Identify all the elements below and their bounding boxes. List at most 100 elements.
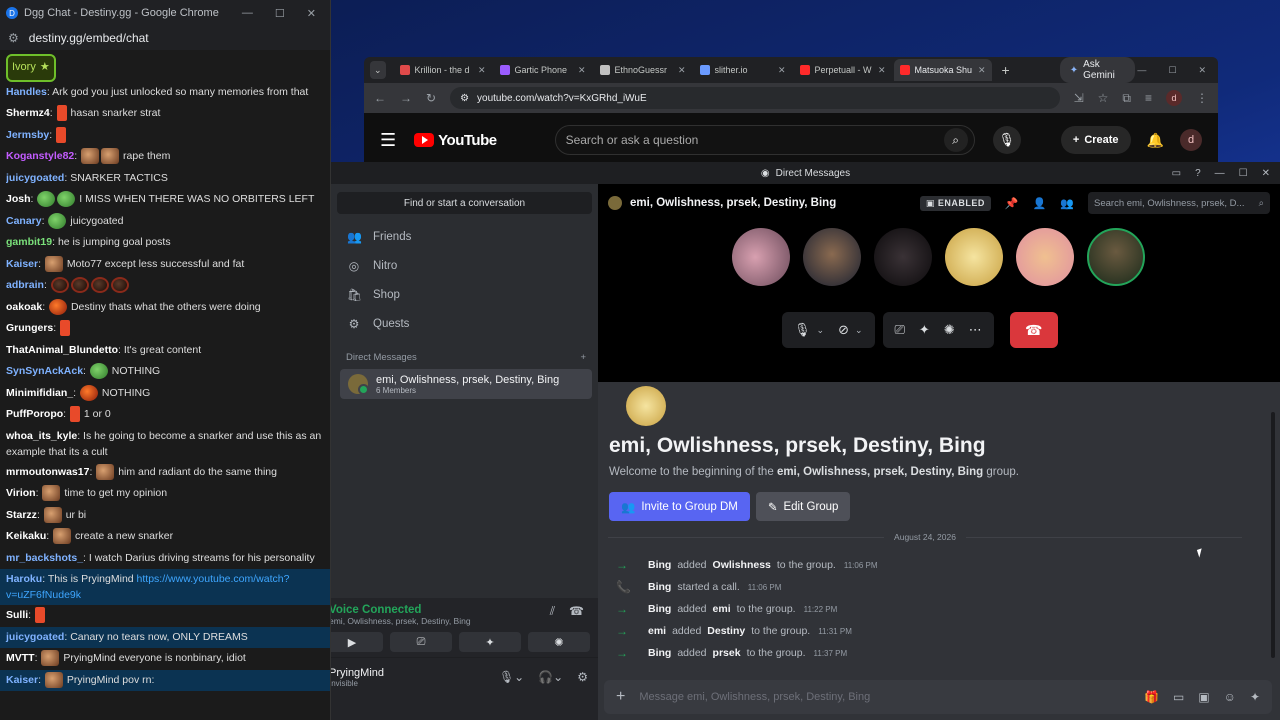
youtube-search-input[interactable]: Search or ask a question ⌕ <box>554 125 975 155</box>
site-settings-icon[interactable]: ⚙ <box>8 31 19 45</box>
chevron-down-icon[interactable]: ⌄ <box>855 325 863 336</box>
help-icon[interactable]: ? <box>1195 168 1201 179</box>
browser-tab[interactable]: Gartic Phone ✕ <box>494 59 592 81</box>
close-icon[interactable]: ✕ <box>1198 65 1206 76</box>
nav-item-nitro[interactable]: ◎ Nitro <box>331 251 598 280</box>
activities-icon[interactable]: ✦ <box>919 322 930 338</box>
close-icon[interactable]: ✕ <box>1262 168 1270 179</box>
dm-header-title[interactable]: emi, Owlishness, prsek, Destiny, Bing <box>630 197 836 209</box>
pin-icon[interactable]: 📌 <box>1005 197 1019 210</box>
browser-tab[interactable]: EthnoGuessr ✕ <box>594 59 692 81</box>
browser-tab[interactable]: Perpetuall - W ✕ <box>794 59 892 81</box>
participant-avatar[interactable] <box>945 228 1003 286</box>
notifications-bell-icon[interactable]: 🔔 <box>1147 132 1164 149</box>
hang-up-button[interactable]: ☎ <box>1009 312 1058 348</box>
chat-username[interactable]: Sulli <box>6 609 28 621</box>
hamburger-menu-icon[interactable]: ☰ <box>380 130 396 151</box>
gif-icon[interactable]: ▭ <box>1173 690 1184 704</box>
tab-close-icon[interactable]: ✕ <box>978 65 986 76</box>
event-target[interactable]: prsek <box>713 647 741 659</box>
headphones-icon[interactable]: 🎧⌄ <box>538 670 563 684</box>
browser-tab[interactable]: Krillion - the d ✕ <box>394 59 492 81</box>
chat-username[interactable]: Minimifidian_ <box>6 387 73 399</box>
activities-button[interactable]: ✦ <box>459 632 521 652</box>
youtube-logo[interactable]: YouTube <box>414 132 497 149</box>
user-settings-gear-icon[interactable]: ⚙ <box>577 670 588 684</box>
chat-username[interactable]: Keikaku <box>6 530 46 542</box>
search-icon[interactable]: ⌕ <box>943 128 968 152</box>
chat-username[interactable]: Kaiser <box>6 674 38 686</box>
chat-username[interactable]: Virion <box>6 487 36 499</box>
close-icon[interactable]: ✕ <box>307 7 316 20</box>
find-conversation-button[interactable]: Find or start a conversation <box>337 192 592 214</box>
chat-username[interactable]: Shermz4 <box>6 107 50 119</box>
camera-button[interactable]: ▶ <box>331 632 383 652</box>
tab-close-icon[interactable]: ✕ <box>678 65 686 76</box>
participant-avatar[interactable] <box>1016 228 1074 286</box>
minimize-icon[interactable]: — <box>242 7 253 20</box>
reload-icon[interactable]: ↻ <box>426 91 436 105</box>
username[interactable]: PryingMind <box>331 667 384 679</box>
site-info-icon[interactable]: ⚙ <box>460 93 469 104</box>
maximize-icon[interactable]: ☐ <box>275 7 285 20</box>
sticker-icon[interactable]: ▣ <box>1198 690 1209 704</box>
disconnect-icon[interactable]: ☎ <box>569 604 584 626</box>
apps-icon[interactable]: ✦ <box>1250 690 1260 704</box>
chat-username[interactable]: juicygoated <box>6 631 64 643</box>
nav-item-friends[interactable]: 👥 Friends <box>331 222 598 251</box>
event-actor[interactable]: emi <box>648 625 666 637</box>
youtube-avatar[interactable]: d <box>1180 129 1202 151</box>
browser-tab[interactable]: Matsuoka Shu ✕ <box>893 59 992 81</box>
attach-plus-icon[interactable]: + <box>616 688 625 706</box>
microphone-icon[interactable]: 🎙 <box>794 322 811 338</box>
invite-to-group-dm-button[interactable]: 👥 Invite to Group DM <box>609 492 750 521</box>
noise-suppression-icon[interactable]: ⫽ <box>550 604 555 626</box>
nav-item-shop[interactable]: 🛍 Shop <box>331 280 598 309</box>
browser-tab[interactable]: slither.io ✕ <box>694 59 792 81</box>
chat-username[interactable]: SynSynAckAck <box>6 365 83 377</box>
participant-avatar[interactable] <box>803 228 861 286</box>
create-dm-icon[interactable]: + <box>580 352 586 363</box>
chat-username[interactable]: PuffPoropo <box>6 408 63 420</box>
forward-icon[interactable]: → <box>400 91 412 105</box>
chat-username[interactable]: ThatAnimal_Blundetto <box>6 344 118 356</box>
create-button[interactable]: + Create <box>1060 126 1131 154</box>
chat-username[interactable]: Haroku <box>6 573 42 585</box>
soundboard-icon[interactable]: ✺ <box>944 322 955 338</box>
tab-close-icon[interactable]: ✕ <box>878 65 886 76</box>
more-options-icon[interactable]: ⋯ <box>969 322 982 338</box>
profile-avatar[interactable]: d <box>1166 90 1182 106</box>
omnibox[interactable]: ⚙ youtube.com/watch?v=KxGRhd_iWuE <box>450 87 1060 109</box>
chat-username[interactable]: whoa_its_kyle <box>6 430 77 442</box>
dm-search-input[interactable]: Search emi, Owlishness, prsek, D... ⌕ <box>1088 192 1270 214</box>
chat-username[interactable]: gambit19 <box>6 236 52 248</box>
event-target[interactable]: Owlishness <box>713 559 771 571</box>
chat-username[interactable]: Koganstyle82 <box>6 150 74 162</box>
screen-share-button[interactable]: ⎚ <box>390 632 452 652</box>
chat-username[interactable]: oakoak <box>6 301 42 313</box>
participant-avatar[interactable] <box>874 228 932 286</box>
dm-group-entry[interactable]: emi, Owlishness, prsek, Destiny, Bing 6 … <box>340 369 592 399</box>
tab-close-icon[interactable]: ✕ <box>478 65 486 76</box>
chat-username[interactable]: Canary <box>6 215 42 227</box>
chat-username[interactable]: Handles <box>6 86 47 98</box>
message-composer[interactable]: + Message emi, Owlishness, prsek, Destin… <box>604 680 1272 714</box>
chat-username[interactable]: adbrain <box>6 279 44 291</box>
chat-username[interactable]: Josh <box>6 193 31 205</box>
soundboard-button[interactable]: ✺ <box>528 632 590 652</box>
chat-username[interactable]: Jermsby <box>6 129 49 141</box>
chat-username[interactable]: mrmoutonwas17 <box>6 466 89 478</box>
install-app-icon[interactable]: ⇲ <box>1074 91 1084 105</box>
voice-status[interactable]: Voice Connected <box>331 604 471 616</box>
chat-username[interactable]: mr_backshots_ <box>6 552 83 564</box>
chat-username[interactable]: Grungers <box>6 322 53 334</box>
ask-gemini-button[interactable]: ✦ Ask Gemini <box>1059 57 1136 83</box>
nav-item-quests[interactable]: ⚙ Quests <box>331 309 598 338</box>
chat-username[interactable]: juicygoated <box>6 172 64 184</box>
bookmark-star-icon[interactable]: ☆ <box>1098 91 1109 105</box>
chat-username[interactable]: Kaiser <box>6 258 38 270</box>
chrome-menu-icon[interactable]: ⋮ <box>1196 91 1208 105</box>
scrollbar[interactable] <box>1271 412 1275 658</box>
chat-username[interactable]: MVTT <box>6 652 35 664</box>
participant-avatar-speaking[interactable] <box>1087 228 1145 286</box>
